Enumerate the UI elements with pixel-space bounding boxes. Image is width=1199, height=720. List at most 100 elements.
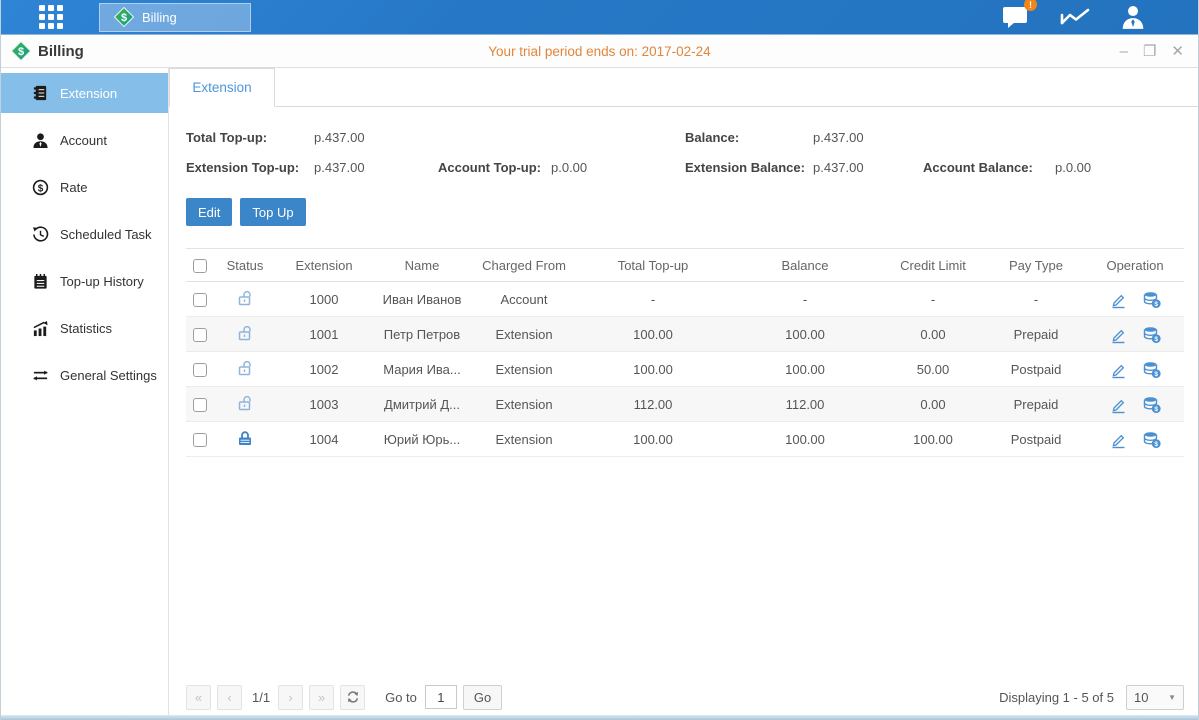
extension-topup-label: Extension Top-up: bbox=[186, 160, 314, 175]
window-controls: – ❐ ✕ bbox=[1120, 44, 1184, 59]
lock-open-icon bbox=[236, 324, 254, 342]
sliders-icon bbox=[32, 367, 49, 384]
edit-icon[interactable] bbox=[1109, 360, 1128, 379]
column-operation: Operation bbox=[1086, 249, 1184, 282]
row-checkbox[interactable] bbox=[193, 433, 207, 447]
column-charged-from: Charged From bbox=[472, 249, 576, 282]
prev-page-button[interactable]: ‹ bbox=[217, 685, 242, 710]
minimize-icon[interactable]: – bbox=[1120, 44, 1128, 59]
top-navigation-bar: Billing ! bbox=[1, 0, 1198, 35]
edit-icon[interactable] bbox=[1109, 395, 1128, 414]
row-checkbox[interactable] bbox=[193, 398, 207, 412]
balance-value: p.437.00 bbox=[813, 130, 1184, 145]
goto-page-input[interactable] bbox=[425, 685, 457, 709]
table-row: 1000 Иван Иванов Account - - - - bbox=[186, 282, 1184, 317]
history-clock-icon bbox=[32, 226, 49, 243]
total-topup-label: Total Top-up: bbox=[186, 130, 314, 145]
row-checkbox[interactable] bbox=[193, 328, 207, 342]
notepad-icon bbox=[32, 273, 49, 290]
column-balance: Balance bbox=[730, 249, 880, 282]
refresh-icon[interactable] bbox=[340, 685, 365, 710]
sidebar-item-label: Extension bbox=[60, 86, 117, 101]
page-size-value: 10 bbox=[1134, 690, 1148, 705]
column-extension: Extension bbox=[276, 249, 372, 282]
topbar-billing-tab-label: Billing bbox=[142, 10, 177, 25]
sidebar-item-label: General Settings bbox=[60, 368, 157, 383]
topbar-billing-tab[interactable]: Billing bbox=[99, 3, 251, 32]
column-credit-limit: Credit Limit bbox=[880, 249, 986, 282]
sidebar-item-scheduled-task[interactable]: Scheduled Task bbox=[1, 214, 168, 254]
user-icon[interactable] bbox=[1120, 4, 1146, 30]
top-up-button[interactable]: Top Up bbox=[240, 198, 305, 226]
notification-badge: ! bbox=[1024, 0, 1037, 11]
coin-icon: $ bbox=[32, 179, 49, 196]
lock-open-icon bbox=[236, 394, 254, 412]
select-all-checkbox[interactable] bbox=[193, 259, 207, 273]
sidebar-item-label: Statistics bbox=[60, 321, 112, 336]
edit-icon[interactable] bbox=[1109, 430, 1128, 449]
edit-icon[interactable] bbox=[1109, 290, 1128, 309]
sidebar-item-statistics[interactable]: Statistics bbox=[1, 308, 168, 348]
maximize-icon[interactable]: ❐ bbox=[1143, 44, 1156, 59]
window-bottom-edge bbox=[1, 715, 1198, 720]
edit-button[interactable]: Edit bbox=[186, 198, 232, 226]
extension-balance-value: p.437.00 bbox=[813, 160, 923, 175]
total-topup-value: p.437.00 bbox=[314, 130, 685, 145]
balance-label: Balance: bbox=[685, 130, 813, 145]
lock-open-icon bbox=[236, 359, 254, 377]
topup-icon[interactable] bbox=[1142, 290, 1161, 309]
sidebar-item-rate[interactable]: $ Rate bbox=[1, 167, 168, 207]
displaying-text: Displaying 1 - 5 of 5 bbox=[999, 690, 1114, 705]
tab-strip: Extension bbox=[169, 68, 1198, 107]
next-page-button[interactable]: › bbox=[278, 685, 303, 710]
row-checkbox[interactable] bbox=[193, 293, 207, 307]
sidebar: Extension Account $ Rate bbox=[1, 68, 169, 720]
topbar-right-icons: ! bbox=[1002, 4, 1146, 30]
bar-chart-icon bbox=[32, 320, 49, 337]
lock-open-icon bbox=[236, 289, 254, 307]
chat-icon[interactable]: ! bbox=[1002, 4, 1030, 30]
ledger-icon bbox=[32, 84, 49, 102]
svg-text:$: $ bbox=[38, 183, 44, 194]
topup-icon[interactable] bbox=[1142, 360, 1161, 379]
billing-app-window: Billing ! bbox=[0, 0, 1199, 720]
column-pay-type: Pay Type bbox=[986, 249, 1086, 282]
topup-icon[interactable] bbox=[1142, 430, 1161, 449]
sidebar-item-extension[interactable]: Extension bbox=[1, 73, 168, 113]
column-total-topup: Total Top-up bbox=[576, 249, 730, 282]
close-icon[interactable]: ✕ bbox=[1171, 44, 1184, 59]
row-checkbox[interactable] bbox=[193, 363, 207, 377]
billing-diamond-icon bbox=[114, 7, 134, 27]
table-header-row: Status Extension Name Charged From Total… bbox=[186, 249, 1184, 282]
edit-icon[interactable] bbox=[1109, 325, 1128, 344]
pagination-bar: « ‹ 1/1 › » Go to Go Displaying bbox=[169, 684, 1198, 710]
table-row: 1002 Мария Ива... Extension 100.00 100.0… bbox=[186, 352, 1184, 387]
sidebar-item-label: Rate bbox=[60, 180, 87, 195]
trial-notice: Your trial period ends on: 2017-02-24 bbox=[1, 44, 1198, 59]
sidebar-item-label: Top-up History bbox=[60, 274, 144, 289]
lock-closed-icon bbox=[236, 429, 254, 447]
account-balance-label: Account Balance: bbox=[923, 160, 1055, 175]
table-row: 1003 Дмитрий Д... Extension 112.00 112.0… bbox=[186, 387, 1184, 422]
topup-icon[interactable] bbox=[1142, 325, 1161, 344]
page-size-select[interactable]: 10 ▼ bbox=[1126, 685, 1184, 710]
sidebar-item-account[interactable]: Account bbox=[1, 120, 168, 160]
app-grid-icon[interactable] bbox=[39, 5, 63, 29]
sidebar-item-label: Account bbox=[60, 133, 107, 148]
balance-summary: Total Top-up: p.437.00 Extension Top-up:… bbox=[169, 107, 1198, 186]
sidebar-item-general-settings[interactable]: General Settings bbox=[1, 355, 168, 395]
last-page-button[interactable]: » bbox=[309, 685, 334, 710]
table-row: 1004 Юрий Юрь... Extension 100.00 100.00… bbox=[186, 422, 1184, 457]
account-topup-label: Account Top-up: bbox=[438, 160, 551, 175]
tab-extension[interactable]: Extension bbox=[169, 68, 275, 107]
action-buttons: Edit Top Up bbox=[169, 186, 1198, 226]
go-button[interactable]: Go bbox=[463, 685, 502, 710]
main-content: Extension Total Top-up: p.437.00 Extensi… bbox=[169, 68, 1198, 720]
first-page-button[interactable]: « bbox=[186, 685, 211, 710]
sidebar-item-label: Scheduled Task bbox=[60, 227, 152, 242]
sidebar-item-topup-history[interactable]: Top-up History bbox=[1, 261, 168, 301]
chart-icon[interactable] bbox=[1060, 5, 1090, 29]
topup-icon[interactable] bbox=[1142, 395, 1161, 414]
account-topup-value: p.0.00 bbox=[551, 160, 685, 175]
page-title: Billing bbox=[38, 43, 84, 60]
